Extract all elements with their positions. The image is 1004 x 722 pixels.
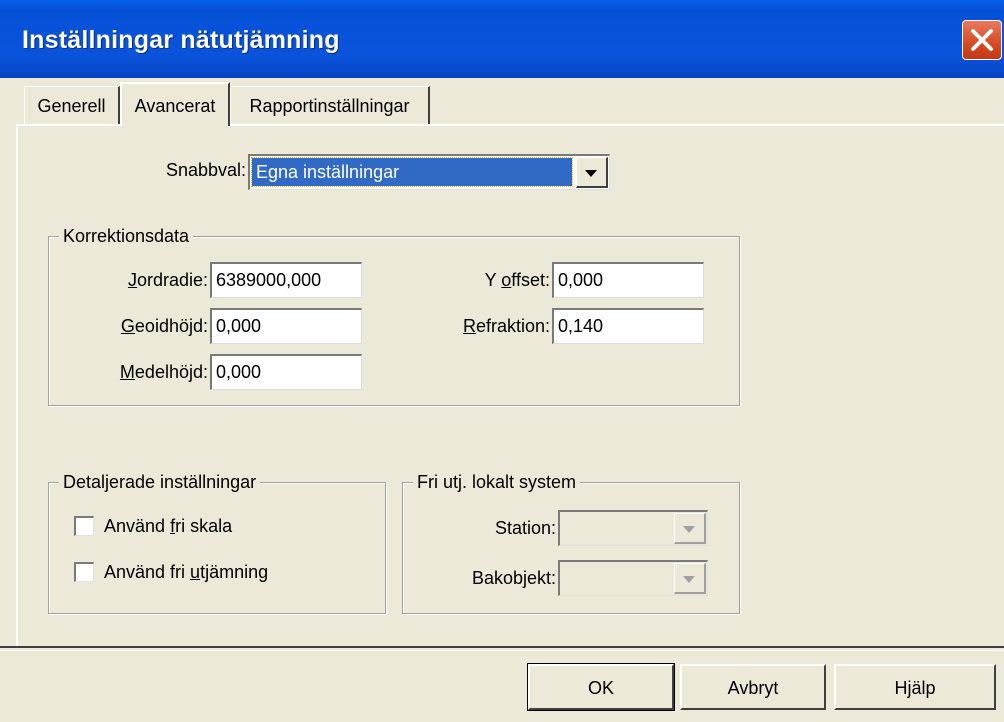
tab-generell[interactable]: Generell (24, 86, 120, 124)
title-bar[interactable]: Inställningar nätutjämning (0, 0, 1004, 79)
fri-utjamning-label[interactable]: Använd fri utjämning (104, 562, 268, 583)
tab-label: Rapportinställningar (249, 96, 410, 116)
geoidhojd-field[interactable]: 0,000 (210, 308, 362, 344)
detaljerade-group: Detaljerade inställningar (48, 471, 386, 614)
dropdown-button[interactable] (674, 513, 706, 544)
station-select[interactable] (558, 510, 708, 546)
fri-utjamning-checkbox[interactable] (74, 562, 94, 582)
tab-label: Avancerat (134, 96, 216, 116)
bakobjekt-label: Bakobjekt: (471, 568, 556, 588)
y-offset-label: Y offset: (484, 270, 550, 290)
group-legend: Korrektionsdata (59, 225, 194, 247)
dropdown-button[interactable] (576, 157, 608, 188)
tab-avancerat[interactable]: Avancerat (120, 82, 230, 126)
close-icon (971, 29, 993, 51)
fri-skala-checkbox[interactable] (74, 516, 94, 536)
y-offset-field[interactable]: 0,000 (552, 262, 704, 298)
chevron-down-icon (683, 576, 695, 583)
jordradie-label: Jordradie: (127, 270, 208, 290)
fri-skala-label[interactable]: Använd fri skala (104, 516, 232, 537)
ok-button[interactable]: OK (527, 663, 675, 711)
help-button[interactable]: Hjälp (834, 664, 996, 710)
group-legend: Fri utj. lokalt system (413, 471, 581, 493)
refraktion-label: Refraktion: (462, 316, 550, 336)
snabbval-select[interactable]: Egna inställningar (248, 154, 610, 190)
geoidhojd-label: Geoidhöjd: (120, 316, 208, 336)
cancel-button[interactable]: Avbryt (680, 664, 826, 710)
tab-label: Generell (37, 96, 106, 116)
medelhojd-label: Medelhöjd: (119, 362, 208, 382)
separator (0, 646, 1004, 651)
bakobjekt-select[interactable] (558, 560, 708, 596)
refraktion-field[interactable]: 0,140 (552, 308, 704, 344)
station-label: Station: (494, 518, 556, 538)
snabbval-value: Egna inställningar (251, 157, 573, 187)
window-title: Inställningar nätutjämning (22, 26, 340, 54)
tab-rapportinstallningar[interactable]: Rapportinställningar (230, 86, 430, 124)
group-legend: Detaljerade inställningar (59, 471, 261, 493)
snabbval-label: Snabbval: (165, 160, 246, 180)
medelhojd-field[interactable]: 0,000 (210, 354, 362, 390)
dropdown-button[interactable] (674, 563, 706, 594)
close-button[interactable] (962, 20, 1002, 60)
jordradie-field[interactable]: 6389000,000 (210, 262, 362, 298)
chevron-down-icon (683, 526, 695, 533)
chevron-down-icon (585, 170, 597, 177)
